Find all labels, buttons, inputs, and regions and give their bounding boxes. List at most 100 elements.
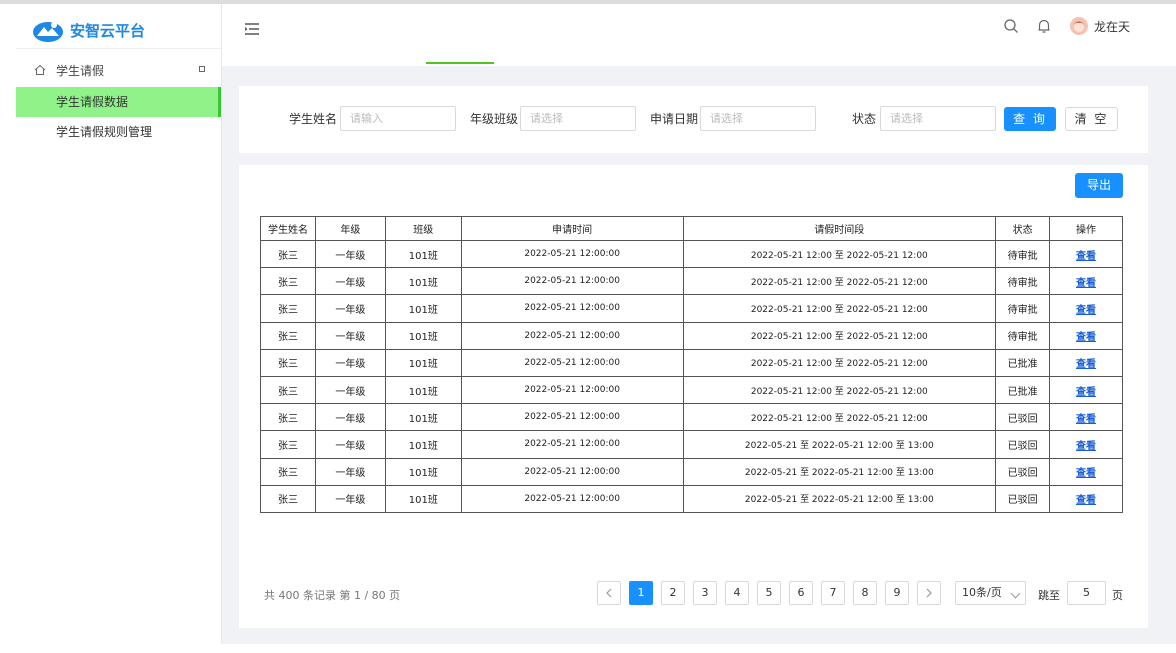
class-cell: 101班 xyxy=(384,267,462,296)
column-header: 年级 xyxy=(314,216,386,241)
class-cell: 101班 xyxy=(384,294,462,323)
page-button-2[interactable]: 2 xyxy=(661,581,685,605)
student-name-cell: 张三 xyxy=(260,457,316,486)
action-cell: 查看 xyxy=(1049,348,1123,377)
view-link[interactable]: 查看 xyxy=(1076,305,1096,316)
status-cell: 已驳回 xyxy=(995,457,1051,486)
collapse-icon xyxy=(199,66,205,72)
grade-cell: 一年级 xyxy=(314,239,386,269)
view-link[interactable]: 查看 xyxy=(1076,387,1096,398)
search-icon[interactable] xyxy=(1003,18,1019,34)
page-button-6[interactable]: 6 xyxy=(789,581,813,605)
sidebar-item-label: 学生请假数据 xyxy=(56,95,129,109)
student-name-input[interactable]: 请输入 xyxy=(340,106,456,131)
class-cell: 101班 xyxy=(384,321,462,350)
view-link[interactable]: 查看 xyxy=(1076,359,1096,370)
sidebar-group-student-leave[interactable]: 学生请假 xyxy=(16,58,221,82)
sidebar: 安智云平台 学生请假 学生请假数据 学生请假规则管理 xyxy=(16,4,222,644)
page-button-3[interactable]: 3 xyxy=(693,581,717,605)
student-name-cell: 张三 xyxy=(260,375,316,405)
class-cell: 101班 xyxy=(384,484,462,513)
grade-cell: 一年级 xyxy=(314,375,386,405)
sidebar-item-leave-data[interactable]: 学生请假数据 xyxy=(16,87,221,117)
avatar[interactable] xyxy=(1070,17,1088,35)
header: 龙在天 xyxy=(222,4,1176,66)
grade-cell: 一年级 xyxy=(314,294,386,323)
cloud-mountain-logo-icon xyxy=(33,22,63,42)
action-cell: 查看 xyxy=(1049,403,1123,432)
grade-cell: 一年级 xyxy=(314,267,386,296)
leave-period-cell: 2022-05-21 12:00 至 2022-05-21 12:00 xyxy=(682,239,997,269)
view-link[interactable]: 查看 xyxy=(1076,251,1096,262)
table-row: 张三 一年级 101班 2022-05-21 12:00:00 2022-05-… xyxy=(260,267,1123,296)
user-name[interactable]: 龙在天 xyxy=(1094,18,1130,35)
bell-icon[interactable] xyxy=(1036,18,1052,34)
action-cell: 查看 xyxy=(1049,375,1123,405)
clear-button[interactable]: 清 空 xyxy=(1065,107,1118,131)
student-name-cell: 张三 xyxy=(260,348,316,377)
view-link[interactable]: 查看 xyxy=(1076,414,1096,425)
grade-class-select[interactable]: 请选择 xyxy=(520,106,636,131)
leave-period-cell: 2022-05-21 12:00 至 2022-05-21 12:00 xyxy=(682,267,997,296)
page-button-4[interactable]: 4 xyxy=(725,581,749,605)
column-header: 状态 xyxy=(995,216,1051,241)
status-cell: 待审批 xyxy=(995,294,1051,323)
apply-time-cell: 2022-05-21 12:00:00 xyxy=(460,457,684,486)
apply-date-picker[interactable]: 请选择 xyxy=(700,106,816,131)
prev-page-button[interactable] xyxy=(597,581,621,605)
action-cell: 查看 xyxy=(1049,430,1123,459)
class-cell: 101班 xyxy=(384,457,462,486)
table-header-row: 学生姓名 年级 班级 申请时间 请假时间段 状态 操作 xyxy=(260,216,1123,241)
apply-time-cell: 2022-05-21 12:00:00 xyxy=(460,239,684,269)
page-size-select[interactable]: 10条/页 xyxy=(955,581,1026,605)
view-link[interactable]: 查看 xyxy=(1076,278,1096,289)
apply-date-label: 申请日期 xyxy=(650,112,699,126)
status-cell: 已批准 xyxy=(995,348,1051,377)
action-cell: 查看 xyxy=(1049,239,1123,269)
column-header: 申请时间 xyxy=(460,216,684,241)
active-tab-indicator xyxy=(426,62,494,64)
class-cell: 101班 xyxy=(384,375,462,405)
view-link[interactable]: 查看 xyxy=(1076,495,1096,506)
table-row: 张三 一年级 101班 2022-05-21 12:00:00 2022-05-… xyxy=(260,457,1123,486)
view-link[interactable]: 查看 xyxy=(1076,441,1096,452)
home-icon xyxy=(34,64,46,75)
leave-period-cell: 2022-05-21 12:00 至 2022-05-21 12:00 xyxy=(682,375,997,405)
status-cell: 待审批 xyxy=(995,267,1051,296)
status-select[interactable]: 请选择 xyxy=(880,106,996,131)
table-row: 张三 一年级 101班 2022-05-21 12:00:00 2022-05-… xyxy=(260,321,1123,350)
page-button-5[interactable]: 5 xyxy=(757,581,781,605)
logo[interactable]: 安智云平台 xyxy=(32,12,145,48)
column-header: 班级 xyxy=(384,216,462,241)
page-button-9[interactable]: 9 xyxy=(885,581,909,605)
view-link[interactable]: 查看 xyxy=(1076,332,1096,343)
divider xyxy=(16,48,221,49)
apply-time-cell: 2022-05-21 12:00:00 xyxy=(460,267,684,296)
page-button-1[interactable]: 1 xyxy=(629,581,653,605)
student-name-cell: 张三 xyxy=(260,403,316,432)
class-cell: 101班 xyxy=(384,430,462,459)
action-cell: 查看 xyxy=(1049,267,1123,296)
jump-page-input[interactable]: 5 xyxy=(1067,581,1106,605)
view-link[interactable]: 查看 xyxy=(1076,468,1096,479)
sidebar-item-leave-rules[interactable]: 学生请假规则管理 xyxy=(16,117,221,147)
table-row: 张三 一年级 101班 2022-05-21 12:00:00 2022-05-… xyxy=(260,239,1123,269)
apply-time-cell: 2022-05-21 12:00:00 xyxy=(460,484,684,513)
class-cell: 101班 xyxy=(384,239,462,269)
grade-class-label: 年级班级 xyxy=(470,112,519,126)
grade-cell: 一年级 xyxy=(314,321,386,350)
query-button[interactable]: 查 询 xyxy=(1004,107,1056,131)
menu-toggle-icon[interactable] xyxy=(244,22,260,36)
leave-period-cell: 2022-05-21 至 2022-05-21 12:00 至 13:00 xyxy=(682,430,997,459)
page-button-8[interactable]: 8 xyxy=(853,581,877,605)
apply-time-cell: 2022-05-21 12:00:00 xyxy=(460,403,684,432)
student-name-cell: 张三 xyxy=(260,294,316,323)
app-title: 安智云平台 xyxy=(70,21,146,40)
status-cell: 已批准 xyxy=(995,375,1051,405)
leave-period-cell: 2022-05-21 至 2022-05-21 12:00 至 13:00 xyxy=(682,484,997,513)
student-name-cell: 张三 xyxy=(260,239,316,269)
next-page-button[interactable] xyxy=(917,581,941,605)
page-button-7[interactable]: 7 xyxy=(821,581,845,605)
status-cell: 已驳回 xyxy=(995,430,1051,459)
export-button[interactable]: 导出 xyxy=(1075,173,1123,198)
